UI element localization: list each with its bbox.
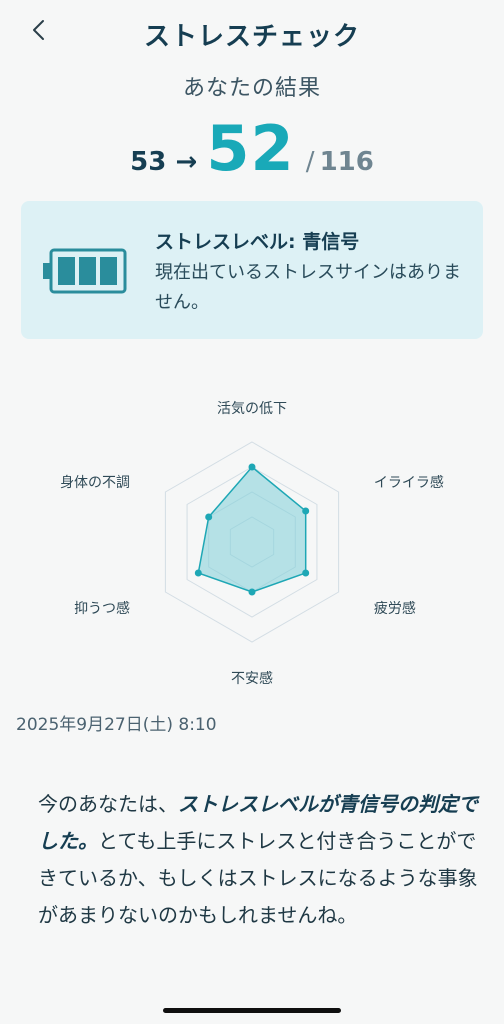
summary-lead: 今のあなたは、 bbox=[38, 792, 178, 816]
radar-axis-label: 不安感 bbox=[231, 671, 273, 687]
score-arrow: → bbox=[175, 147, 198, 177]
radar-point bbox=[248, 463, 256, 471]
radar-axis-label: 身体の不調 bbox=[60, 475, 131, 491]
radar-axis-label: 活気の低下 bbox=[217, 401, 287, 417]
current-score: 52 bbox=[206, 112, 295, 185]
radar-point bbox=[248, 588, 256, 596]
result-summary: 今のあなたは、ストレスレベルが青信号の判定でした。とても上手にストレスと付き合う… bbox=[38, 786, 478, 934]
stress-level-description: 現在出ているストレスサインはありません。 bbox=[155, 262, 461, 313]
radar-point bbox=[302, 569, 310, 577]
result-subtitle: あなたの結果 bbox=[182, 76, 321, 101]
stress-level-title: ストレスレベル: 青信号 bbox=[155, 231, 360, 253]
battery-full-icon bbox=[43, 248, 127, 294]
score-row: 53 → 52 / 116 bbox=[0, 112, 504, 185]
max-score: 116 bbox=[319, 147, 374, 177]
radar-chart: 活気の低下イライラ感疲労感不安感 抑うつ感 身体の不調 bbox=[0, 370, 504, 700]
radar-point bbox=[194, 569, 202, 577]
stress-level-card: ストレスレベル: 青信号 現在出ているストレスサインはありません。 bbox=[21, 201, 483, 339]
radar-point bbox=[302, 507, 310, 515]
score-separator: / bbox=[305, 147, 315, 177]
page-title: ストレスチェック bbox=[143, 22, 360, 52]
battery-cell bbox=[79, 257, 96, 285]
battery-cell bbox=[100, 257, 117, 285]
radar-axis-label: 抑うつ感 bbox=[74, 601, 131, 617]
radar-point bbox=[205, 513, 213, 521]
radar-axis-label: イライラ感 bbox=[373, 475, 444, 491]
battery-cell bbox=[58, 257, 75, 285]
result-date: 2025年9月27日(土) 8:10 bbox=[16, 715, 217, 735]
radar-axis-label: 疲労感 bbox=[373, 601, 416, 617]
home-indicator[interactable] bbox=[163, 1008, 341, 1013]
radar-data-area bbox=[197, 465, 307, 593]
app-header: ストレスチェック bbox=[0, 0, 504, 64]
previous-score: 53 bbox=[130, 147, 167, 177]
radar-chart-svg bbox=[164, 441, 340, 643]
summary-rest: とても上手にストレスと付き合うことができているか、もしくはストレスになるような事… bbox=[38, 829, 478, 927]
